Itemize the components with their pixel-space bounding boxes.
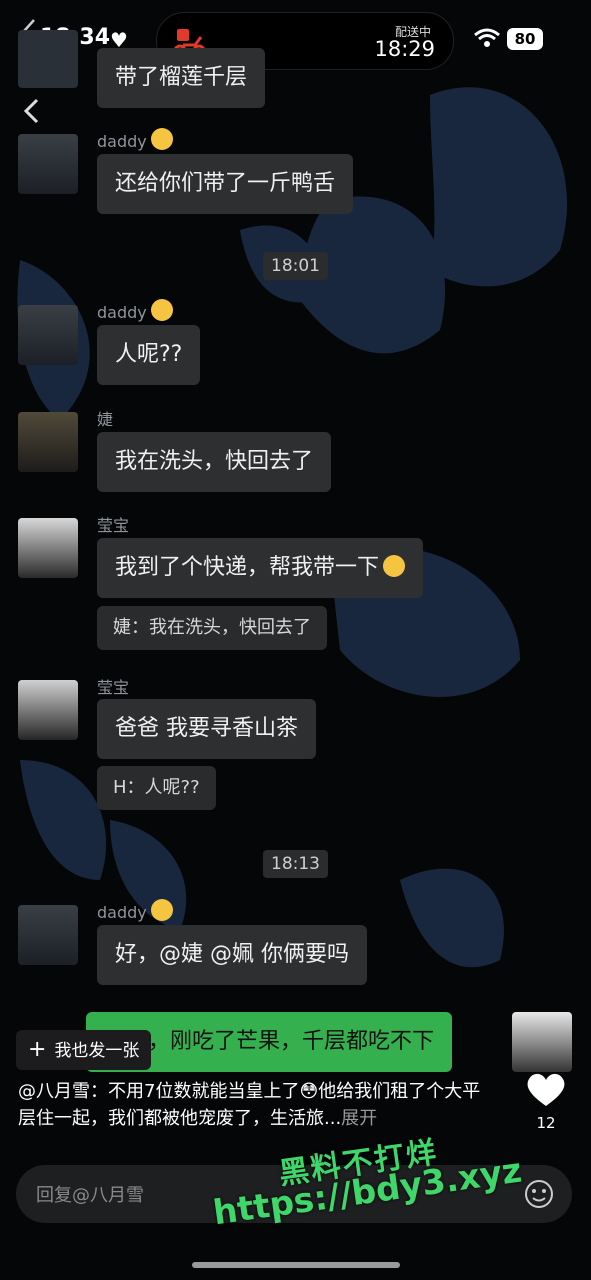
heart-icon (527, 1073, 565, 1106)
smiling-face-emoji-icon (150, 299, 173, 321)
sender-name: 婕 (97, 410, 114, 429)
quoted-message[interactable]: 婕：我在洗头，快回去了 (97, 606, 327, 650)
avatar[interactable] (18, 905, 78, 965)
message-bubble[interactable]: 我到了个快递，帮我带一下 (97, 538, 424, 598)
home-indicator (192, 1262, 400, 1268)
post-caption[interactable]: @八月雪：不用7位数就能当皇上了😳他给我们租了个大平层住一起，我们都被他宠废了，… (18, 1078, 488, 1132)
timestamp: 18:01 (263, 252, 328, 280)
avatar[interactable] (18, 134, 78, 194)
island-time: 18:29 (374, 37, 435, 61)
avatar[interactable] (18, 305, 78, 365)
sender-name: 莹宝 (97, 678, 130, 697)
avatar[interactable] (18, 30, 78, 88)
sender-name: daddy (97, 128, 173, 151)
expand-link[interactable]: 展开 (341, 1108, 377, 1129)
message-bubble[interactable]: 带了榴莲千层 (97, 48, 266, 108)
plus-icon: + (28, 1037, 47, 1062)
battery-indicator: 80 (507, 28, 543, 50)
avatar[interactable] (18, 518, 78, 578)
message-bubble[interactable]: 我在洗头，快回去了 (97, 432, 332, 492)
post-too-button[interactable]: + 我也发一张 (16, 1030, 152, 1070)
sender-name: daddy (97, 299, 173, 322)
smiling-face-emoji-icon (150, 899, 173, 921)
status-bar: 18:34 ♥ 配送中 18:29 80 (0, 0, 591, 80)
kissing-face-emoji-icon (383, 555, 406, 577)
sender-name: 莹宝 (97, 516, 130, 535)
timestamp: 18:13 (263, 850, 328, 878)
like-button[interactable]: 12 (522, 1070, 570, 1132)
message-bubble[interactable]: 爸爸 我要寻香山茶 (97, 699, 316, 759)
smiling-face-emoji-icon (150, 128, 173, 150)
wifi-icon (474, 28, 500, 47)
message-bubble[interactable]: 好，@婕 @姵 你俩要吗 (97, 925, 367, 985)
my-avatar[interactable] (512, 1012, 572, 1072)
back-icon[interactable] (22, 98, 40, 124)
avatar[interactable] (18, 412, 78, 472)
quoted-message[interactable]: H：人呢?? (97, 766, 216, 810)
message-bubble[interactable]: 还给你们带了一斤鸭舌 (97, 154, 354, 214)
message-bubble[interactable]: 人呢?? (97, 325, 201, 385)
emoji-icon[interactable] (524, 1179, 554, 1209)
avatar[interactable] (18, 680, 78, 740)
like-count: 12 (536, 1114, 556, 1132)
sender-name: daddy (97, 899, 173, 922)
